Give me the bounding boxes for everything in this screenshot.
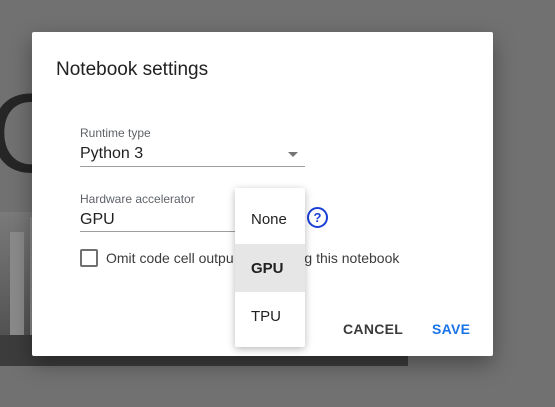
hardware-accelerator-select[interactable]: GPU — [80, 211, 115, 229]
menu-option-none[interactable]: None — [235, 195, 305, 243]
hardware-accelerator-menu: None GPU TPU — [235, 188, 305, 347]
omit-output-checkbox[interactable] — [80, 249, 98, 267]
cancel-button[interactable]: CANCEL — [343, 321, 403, 337]
omit-output-label-end: ng this notebook — [296, 250, 400, 266]
background-building — [10, 232, 24, 352]
omit-output-label-start: Omit code cell outpu — [106, 250, 234, 266]
runtime-type-select[interactable]: Python 3 — [80, 145, 143, 163]
hardware-accelerator-underline — [80, 231, 240, 232]
menu-option-tpu[interactable]: TPU — [235, 292, 305, 340]
menu-option-gpu[interactable]: GPU — [235, 244, 305, 292]
help-circle-icon[interactable]: ? — [307, 207, 328, 228]
runtime-type-underline — [80, 166, 305, 167]
runtime-type-label: Runtime type — [80, 126, 151, 140]
save-button[interactable]: SAVE — [432, 321, 470, 337]
chevron-down-icon[interactable] — [288, 152, 298, 157]
dialog-title: Notebook settings — [56, 59, 209, 80]
hardware-accelerator-label: Hardware accelerator — [80, 192, 195, 206]
